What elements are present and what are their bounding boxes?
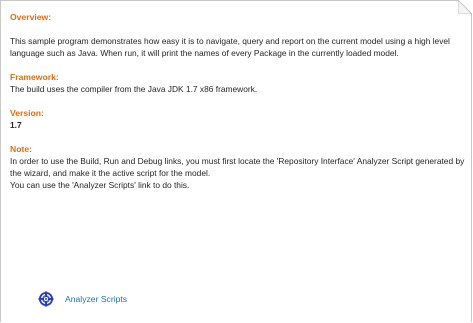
analyzer-scripts-link[interactable]: Analyzer Scripts: [38, 291, 127, 307]
framework-text: The build uses the compiler from the Jav…: [10, 84, 258, 94]
note-heading: Note:: [10, 144, 32, 154]
analyzer-scripts-icon: [38, 291, 54, 307]
note-text: In order to use the Build, Run and Debug…: [10, 156, 465, 178]
version-heading: Version:: [10, 108, 44, 118]
overview-heading: Overview:: [10, 12, 52, 22]
framework-heading: Framework:: [10, 72, 59, 82]
overview-text: This sample program demonstrates how eas…: [10, 36, 450, 58]
analyzer-scripts-label[interactable]: Analyzer Scripts: [65, 294, 127, 304]
version-value: 1.7: [10, 120, 22, 130]
note-text-link-hint: You can use the 'Analyzer Scripts' link …: [10, 180, 190, 190]
notes-content: Overview: This sample program demonstrat…: [10, 11, 468, 191]
note-page: Overview: This sample program demonstrat…: [0, 0, 472, 322]
